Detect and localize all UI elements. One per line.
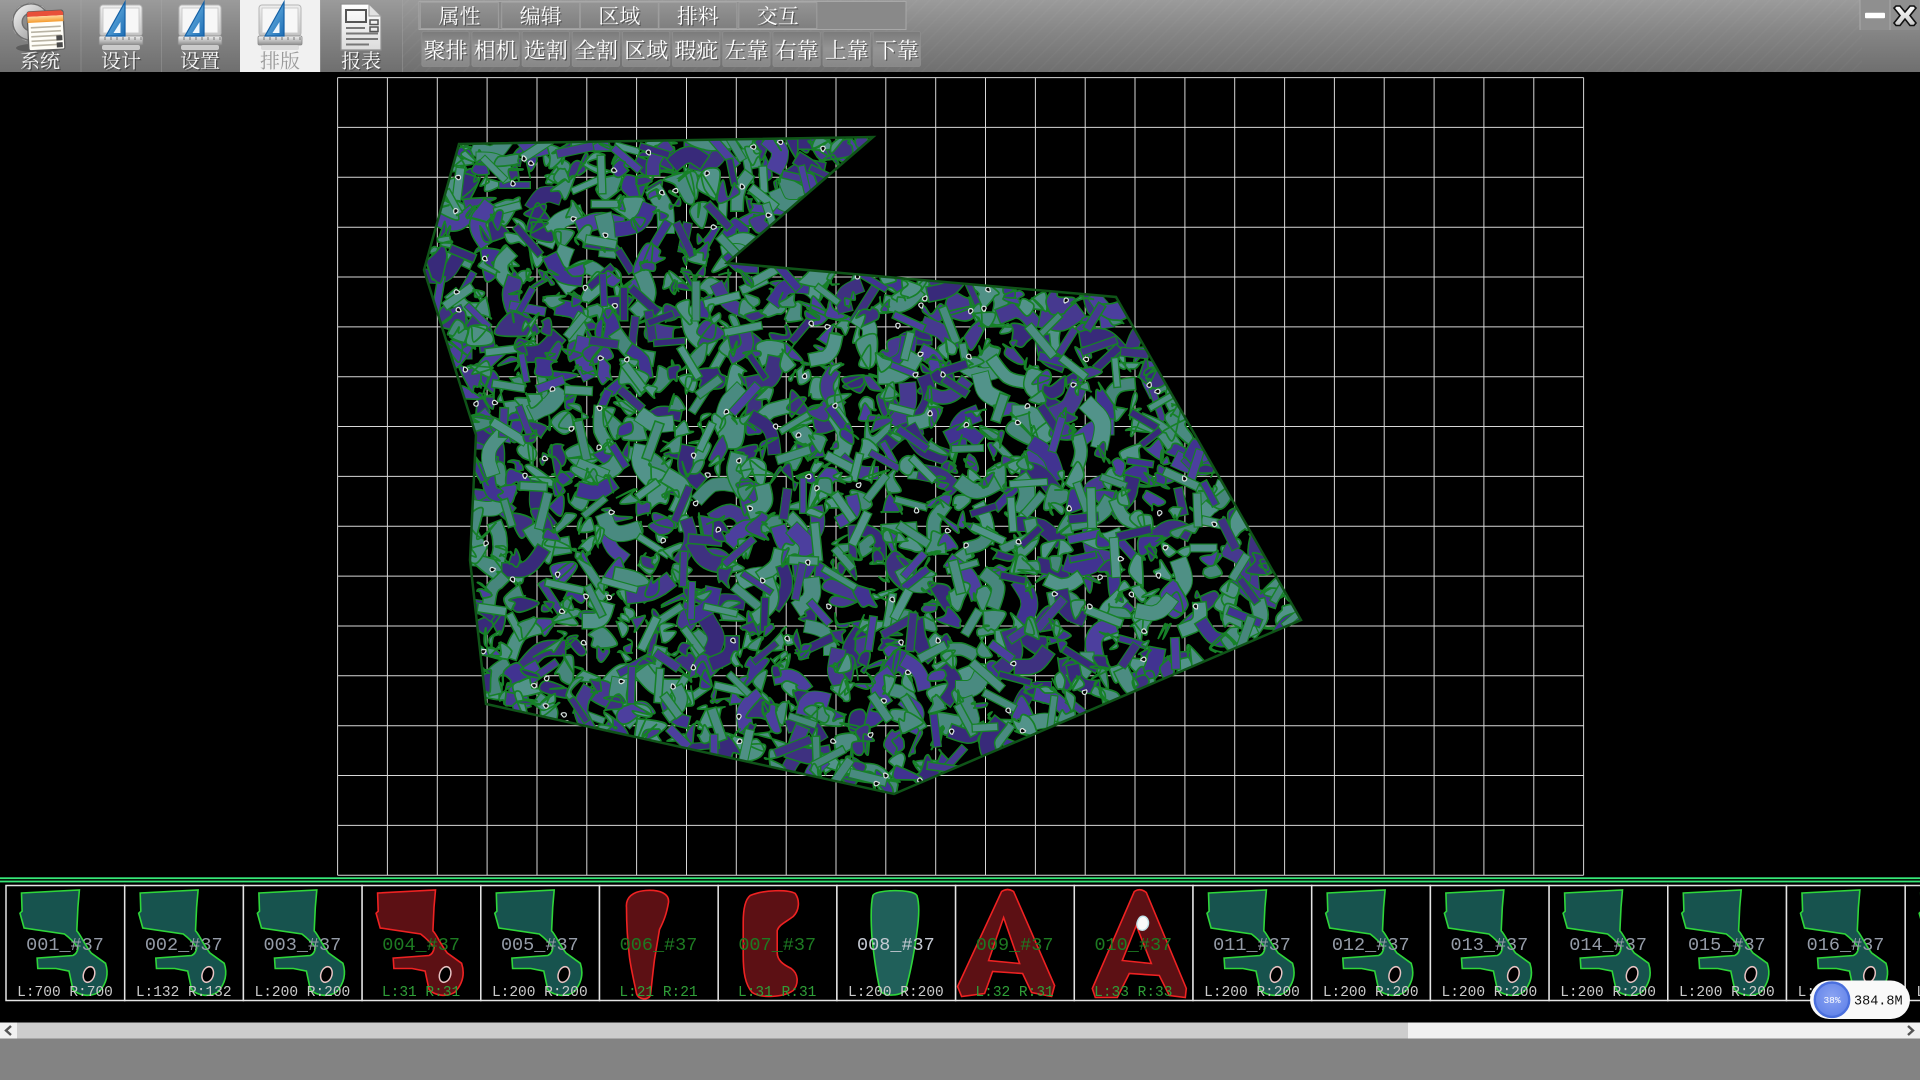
svg-text:L:32 R:31: L:32 R:31 xyxy=(975,985,1053,1001)
svg-text:L:200 R:200: L:200 R:200 xyxy=(1442,985,1538,1001)
svg-text:012_#37: 012_#37 xyxy=(1332,935,1410,956)
svg-text:013_#37: 013_#37 xyxy=(1451,935,1529,956)
svg-text:38%: 38% xyxy=(1823,995,1840,1006)
svg-text:L:200 R:200: L:200 R:200 xyxy=(1679,985,1775,1001)
svg-text:L:200 R:200: L:200 R:200 xyxy=(492,985,588,1001)
svg-text:014_#37: 014_#37 xyxy=(1569,935,1647,956)
svg-text:L:200 R:200: L:200 R:200 xyxy=(1560,985,1656,1001)
svg-text:L:200 R:200: L:200 R:200 xyxy=(848,985,944,1001)
svg-text:002_#37: 002_#37 xyxy=(145,935,223,956)
svg-text:006_#37: 006_#37 xyxy=(620,935,698,956)
svg-text:L:200 R:200: L:200 R:200 xyxy=(255,985,351,1001)
svg-text:007_#37: 007_#37 xyxy=(738,935,816,956)
svg-text:384.8M: 384.8M xyxy=(1854,995,1903,1010)
svg-text:010_#37: 010_#37 xyxy=(1094,935,1172,956)
svg-text:011_#37: 011_#37 xyxy=(1213,935,1291,956)
svg-text:009_#37: 009_#37 xyxy=(976,935,1054,956)
svg-text:003_#37: 003_#37 xyxy=(264,935,342,956)
svg-text:L:33 R:33: L:33 R:33 xyxy=(1094,985,1172,1001)
svg-text:016_#37: 016_#37 xyxy=(1807,935,1885,956)
svg-text:L:31 R:31: L:31 R:31 xyxy=(382,985,460,1001)
svg-text:L:700 R:700: L:700 R:700 xyxy=(17,985,113,1001)
svg-text:004_#37: 004_#37 xyxy=(382,935,460,956)
svg-text:L:31 R:31: L:31 R:31 xyxy=(738,985,816,1001)
svg-text:L:200 R:200: L:200 R:200 xyxy=(1323,985,1419,1001)
svg-text:L:200 R:200: L:200 R:200 xyxy=(1204,985,1300,1001)
svg-text:L:200 R:200: L:200 R:200 xyxy=(1916,985,1920,1001)
svg-text:015_#37: 015_#37 xyxy=(1688,935,1766,956)
svg-text:L:21 R:21: L:21 R:21 xyxy=(619,985,697,1001)
svg-text:008_#37: 008_#37 xyxy=(857,935,935,956)
svg-text:005_#37: 005_#37 xyxy=(501,935,579,956)
svg-text:001_#37: 001_#37 xyxy=(26,935,104,956)
svg-text:L:132 R:132: L:132 R:132 xyxy=(136,985,232,1001)
